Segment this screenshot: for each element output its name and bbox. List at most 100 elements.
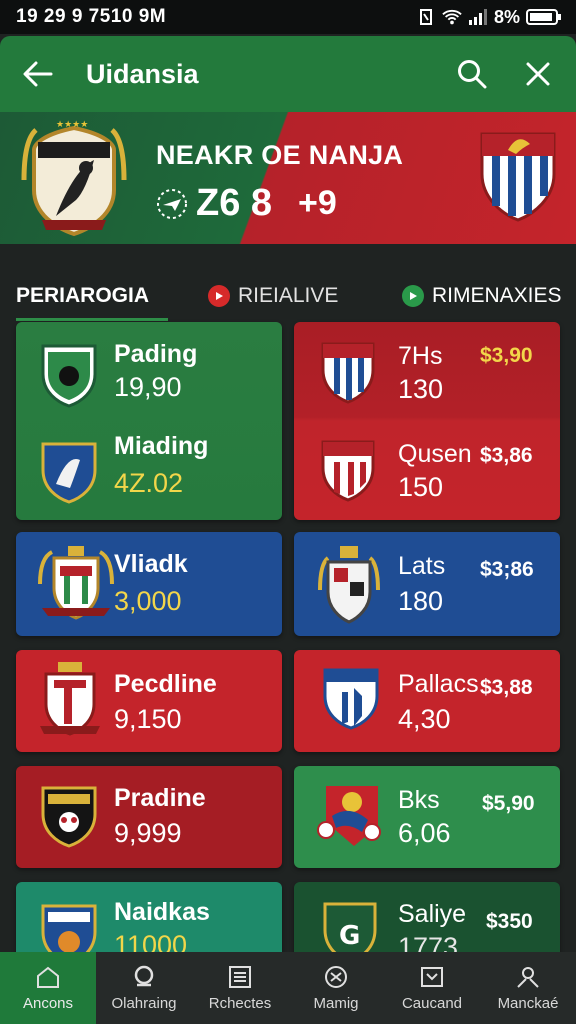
team-price: $3,90: [480, 344, 533, 367]
team-value: 6,06: [398, 818, 451, 848]
match-banner[interactable]: ★★★★ NEAKR OE NANJA Z6 8 +9: [0, 112, 576, 244]
tab-indicator: [16, 318, 168, 321]
close-icon: [526, 62, 550, 86]
team-value: 19,90: [114, 372, 182, 402]
nav-label: Caucand: [401, 994, 463, 1012]
league-card[interactable]: Pading 19,90 Miading 4Z.02: [16, 322, 282, 520]
team-mascot-icon: [317, 786, 381, 846]
team-name: Pradine: [114, 784, 206, 812]
tab-label: PERIAROGIA: [16, 284, 150, 307]
team-value: 180: [398, 586, 444, 616]
match-score: Z6 8: [196, 182, 273, 224]
nfc-icon: [416, 7, 436, 27]
search-button[interactable]: [450, 52, 494, 96]
league-card[interactable]: Pecdline 9,150: [16, 650, 282, 752]
nav-label: Rchectes: [208, 994, 272, 1012]
match-title: NEAKR OE NANJA: [156, 140, 404, 170]
status-time: 19 29 9 7510 9M: [16, 6, 167, 27]
league-card[interactable]: 7Hs $3,90 130 Qusen $3,86 150: [294, 322, 560, 520]
tab-rimenaxies[interactable]: RIMENAXIES: [402, 270, 562, 322]
team-name: Saliye: [398, 900, 467, 928]
user-icon: [517, 966, 539, 988]
nav-item-rchectes[interactable]: Rchectes: [192, 952, 288, 1024]
soccer-icon: [325, 965, 347, 988]
team-price: $3,88: [480, 676, 533, 699]
team-value: 9,150: [114, 704, 182, 734]
team-value: 130: [398, 374, 444, 404]
team-name: Lats: [398, 552, 446, 580]
team-crest-icon: [323, 668, 379, 730]
team-crest-icon: [40, 662, 100, 736]
list-icon: [229, 965, 251, 988]
plane-icon: [157, 188, 187, 219]
tab-label: RIEIALIVE: [238, 284, 339, 307]
nav-item-mamig[interactable]: Mamig: [288, 952, 384, 1024]
tab-bar: PERIAROGIA RIEIALIVE RIMENAXIES: [0, 270, 576, 322]
team-crest-icon: [321, 342, 375, 404]
team-price: $350: [486, 910, 533, 933]
svg-text:G: G: [339, 921, 360, 951]
nav-label: Olahraing: [111, 994, 177, 1012]
nav-item-caucand[interactable]: Caucand: [384, 952, 480, 1024]
battery-icon: [526, 7, 562, 27]
home-icon: [37, 966, 59, 988]
home-team-crest-icon: ★★★★: [21, 120, 127, 237]
league-card[interactable]: Lats $3;86 180: [294, 532, 560, 636]
team-crest-icon: [41, 344, 97, 408]
tab-label: RIMENAXIES: [432, 284, 562, 307]
team-value: 9,999: [114, 818, 182, 848]
tab-periarogia[interactable]: PERIAROGIA: [16, 270, 149, 322]
inbox-icon: [421, 966, 443, 987]
team-price: $5,90: [482, 792, 535, 815]
battery-percent: 8%: [493, 6, 520, 27]
team-price: $3;86: [480, 558, 534, 581]
team-crest-icon: [321, 440, 375, 502]
league-card[interactable]: Vliadk 3,000: [16, 532, 282, 636]
nav-label: Ancons: [22, 994, 74, 1012]
ball-icon: [134, 965, 154, 986]
away-team-crest-icon: [480, 132, 556, 222]
team-name: Miading: [114, 432, 209, 460]
team-value: 150: [398, 472, 444, 502]
league-card[interactable]: Pallacs $3,88 4,30: [294, 650, 560, 752]
team-name: Bks: [398, 786, 440, 814]
team-crest-icon: [38, 546, 114, 620]
team-value: 3,000: [114, 586, 182, 616]
nav-item-manckae[interactable]: Manckaé: [480, 952, 576, 1024]
team-name: 7Hs: [398, 342, 443, 370]
score-line: Z6 8 +9: [156, 182, 337, 225]
nav-label: Manckaé: [497, 994, 559, 1012]
svg-text:★★★★: ★★★★: [56, 120, 88, 130]
team-value: 4,30: [398, 704, 451, 734]
league-card[interactable]: Bks $5,90 6,06: [294, 766, 560, 868]
nav-item-olahraing[interactable]: Olahraing: [96, 952, 192, 1024]
team-name: Naidkas: [114, 898, 210, 926]
bottom-nav: Ancons Olahraing Rchectes Mamig Caucand …: [0, 952, 576, 1024]
play-icon: [402, 285, 424, 307]
team-price: $3,86: [480, 444, 533, 467]
tab-rieialive[interactable]: RIEIALIVE: [208, 270, 338, 322]
team-crest-icon: [318, 546, 380, 624]
back-button[interactable]: [16, 52, 60, 96]
score-delta: +9: [298, 184, 337, 222]
status-icons: 8%: [416, 7, 562, 28]
search-icon: [458, 60, 487, 89]
page-title: Uidansia: [86, 58, 199, 89]
team-value: 4Z.02: [114, 468, 184, 498]
team-name: Pallacs: [398, 670, 479, 698]
league-card[interactable]: Pradine 9,999: [16, 766, 282, 868]
team-name: Qusen: [398, 440, 472, 468]
close-button[interactable]: [516, 52, 560, 96]
team-crest-icon: [41, 442, 97, 504]
wifi-icon: [442, 7, 462, 27]
status-bar: 19 29 9 7510 9M 8%: [0, 0, 576, 34]
back-arrow-icon: [23, 61, 53, 87]
team-name: Pading: [114, 340, 198, 368]
team-name: Pecdline: [114, 670, 217, 698]
app-bar: Uidansia: [0, 36, 576, 112]
team-name: Vliadk: [114, 550, 188, 578]
live-icon: [208, 285, 230, 307]
nav-item-ancons[interactable]: Ancons: [0, 952, 96, 1024]
team-crest-icon: [41, 786, 97, 848]
nav-label: Mamig: [313, 994, 359, 1012]
